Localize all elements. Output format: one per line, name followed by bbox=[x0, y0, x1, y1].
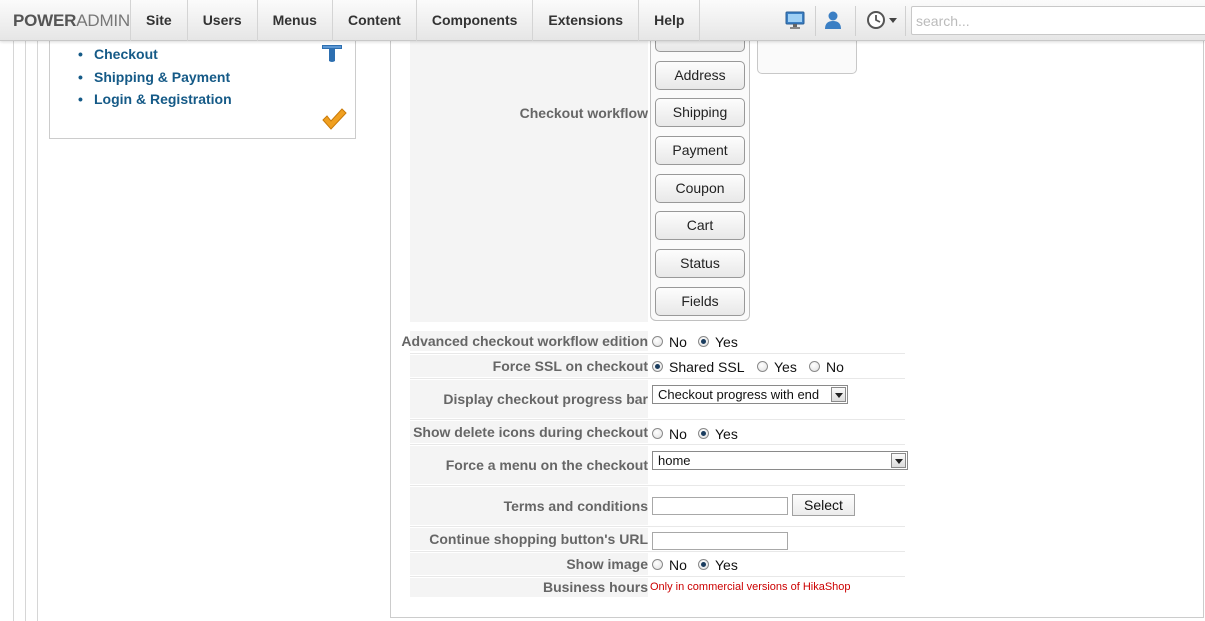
label-force-ssl: Force SSL on checkout bbox=[492, 358, 648, 374]
clock-dropdown-icon[interactable] bbox=[865, 10, 901, 30]
row-show-image: Show image bbox=[410, 553, 648, 575]
workflow-button-cart[interactable]: Cart bbox=[655, 211, 745, 240]
row-divider bbox=[410, 444, 905, 445]
ssl-no-label: No bbox=[826, 359, 844, 375]
workflow-button-coupon[interactable]: Coupon bbox=[655, 174, 745, 203]
continue-url-input[interactable] bbox=[652, 532, 788, 550]
advanced-yes-radio[interactable] bbox=[698, 336, 709, 347]
link-checkout[interactable]: Checkout bbox=[78, 43, 232, 66]
force-menu-value: home bbox=[658, 453, 691, 468]
label-delete-icons: Show delete icons during checkout bbox=[413, 424, 648, 440]
delete-icons-no-label: No bbox=[669, 426, 687, 442]
search-input[interactable] bbox=[911, 6, 1205, 35]
ssl-shared-radio[interactable] bbox=[652, 361, 663, 372]
row-divider bbox=[410, 419, 905, 420]
delete-icons-yes-radio[interactable] bbox=[698, 428, 709, 439]
label-business-hours: Business hours bbox=[542, 579, 648, 595]
workflow-button-status[interactable]: Status bbox=[655, 249, 745, 278]
brand-part-admin: ADMIN bbox=[76, 11, 131, 30]
brand-part-power: POWER bbox=[13, 11, 77, 30]
chevron-down-icon bbox=[831, 387, 846, 402]
advanced-yes-label: Yes bbox=[715, 334, 738, 350]
advanced-no-radio[interactable] bbox=[652, 336, 663, 347]
toolbar-separator bbox=[905, 6, 906, 36]
row-delete-icons: Show delete icons during checkout bbox=[410, 421, 648, 443]
label-advanced-workflow: Advanced checkout workflow edition bbox=[401, 333, 648, 349]
progress-bar-select[interactable]: Checkout progress with end bbox=[652, 385, 848, 404]
row-progress-bar: Display checkout progress bar bbox=[410, 380, 648, 418]
delete-icons-no-radio[interactable] bbox=[652, 428, 663, 439]
business-hours-note: Only in commercial versions of HikaShop bbox=[650, 581, 851, 593]
row-business-hours: Business hours bbox=[410, 578, 648, 597]
toolbar-separator bbox=[855, 6, 856, 36]
user-icon[interactable] bbox=[822, 10, 844, 30]
menu-extensions[interactable]: Extensions bbox=[532, 0, 638, 41]
terms-input[interactable] bbox=[652, 497, 788, 515]
workflow-button-address[interactable]: Address bbox=[655, 61, 745, 90]
workflow-button-payment[interactable]: Payment bbox=[655, 136, 745, 165]
row-terms: Terms and conditions bbox=[410, 487, 648, 525]
ssl-shared-label: Shared SSL bbox=[669, 359, 745, 375]
ssl-yes-radio[interactable] bbox=[757, 361, 768, 372]
admin-top-bar: POWERADMIN Site Users Menus Content Comp… bbox=[0, 0, 1205, 41]
frame-line-left bbox=[13, 41, 14, 621]
main-menu: Site Users Menus Content Components Exte… bbox=[130, 0, 701, 41]
frame-line-inner-2 bbox=[37, 41, 38, 621]
row-divider bbox=[410, 378, 905, 379]
label-continue-url: Continue shopping button's URL bbox=[429, 531, 648, 547]
show-image-yes-label: Yes bbox=[715, 557, 738, 573]
checkout-menu-panel: Checkout Shipping & Payment Login & Regi… bbox=[49, 30, 356, 139]
workflow-button-fields[interactable]: Fields bbox=[655, 287, 745, 316]
label-show-image: Show image bbox=[566, 556, 648, 572]
monitor-icon[interactable] bbox=[784, 10, 806, 30]
show-image-no-label: No bbox=[669, 557, 687, 573]
row-divider bbox=[410, 485, 905, 486]
row-divider bbox=[410, 551, 905, 552]
row-divider bbox=[410, 576, 905, 577]
progress-bar-value: Checkout progress with end bbox=[658, 387, 820, 402]
row-force-menu: Force a menu on the checkout bbox=[410, 446, 648, 484]
toolbar-separator bbox=[815, 6, 816, 36]
menu-users[interactable]: Users bbox=[186, 0, 257, 41]
ssl-yes-label: Yes bbox=[774, 359, 797, 375]
label-progress-bar: Display checkout progress bar bbox=[443, 391, 648, 407]
menu-help[interactable]: Help bbox=[638, 0, 701, 41]
frame-line-inner bbox=[25, 41, 26, 621]
show-image-no-radio[interactable] bbox=[652, 559, 663, 570]
row-divider bbox=[410, 526, 905, 527]
chevron-down-icon bbox=[891, 453, 906, 468]
row-checkout-workflow: Checkout workflow bbox=[410, 30, 648, 322]
link-shipping-payment[interactable]: Shipping & Payment bbox=[78, 66, 232, 89]
row-advanced-workflow: Advanced checkout workflow edition bbox=[401, 331, 648, 351]
menu-content[interactable]: Content bbox=[331, 0, 416, 41]
menu-site[interactable]: Site bbox=[130, 0, 187, 41]
delete-icons-yes-label: Yes bbox=[715, 426, 738, 442]
link-login-registration[interactable]: Login & Registration bbox=[78, 88, 232, 111]
up-arrow-icon[interactable] bbox=[320, 41, 344, 66]
label-force-menu: Force a menu on the checkout bbox=[445, 457, 648, 473]
checkmark-icon bbox=[321, 107, 347, 134]
checkout-menu-list: Checkout Shipping & Payment Login & Regi… bbox=[78, 43, 232, 111]
workflow-button-shipping[interactable]: Shipping bbox=[655, 98, 745, 127]
row-force-ssl: Force SSL on checkout bbox=[410, 355, 648, 377]
terms-select-button[interactable]: Select bbox=[792, 494, 855, 516]
show-image-yes-radio[interactable] bbox=[698, 559, 709, 570]
menu-menus[interactable]: Menus bbox=[256, 0, 332, 41]
label-checkout-workflow: Checkout workflow bbox=[519, 105, 648, 121]
brand-logo[interactable]: POWERADMIN bbox=[13, 11, 130, 31]
menu-components[interactable]: Components bbox=[415, 0, 533, 41]
row-divider bbox=[410, 353, 905, 354]
ssl-no-radio[interactable] bbox=[809, 361, 820, 372]
label-terms: Terms and conditions bbox=[503, 498, 648, 514]
row-continue-url: Continue shopping button's URL bbox=[410, 528, 648, 550]
force-menu-select[interactable]: home bbox=[652, 451, 908, 470]
advanced-no-label: No bbox=[669, 334, 687, 350]
